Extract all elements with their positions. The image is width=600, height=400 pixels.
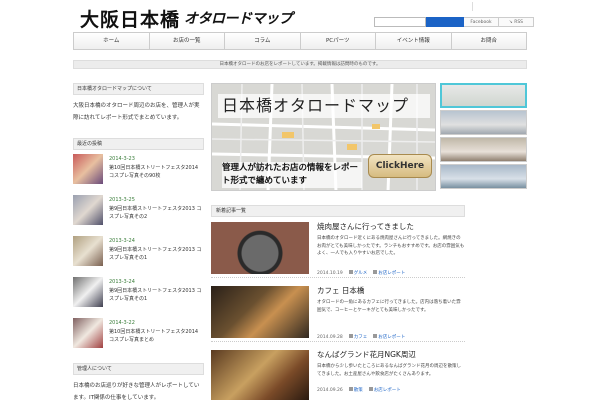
post-date: 2014-3-22 [109,320,135,326]
article-category[interactable]: カフェ [348,334,368,340]
logo-sub-text: オタロードマップ [184,11,293,27]
article-category-label: グルメ [353,271,368,276]
rss-label: RSS [514,20,524,25]
post-date: 2013-3-25 [109,197,135,203]
article-item: カフェ 日本橋 オタロードの一角にあるカフェに行ってきました。店内は落ち着いた雰… [211,286,465,342]
tag-icon [373,334,378,338]
tag-icon [368,387,373,391]
post-title[interactable]: 第10回日本橋ストリートフェスタ2014 コスプレ写真まとめ [109,328,204,344]
search-input[interactable] [374,17,426,27]
article-item: なんばグランド花月NGK周辺 日本橋から少し歩いたところにあるなんばグランド花月… [211,350,465,400]
post-title[interactable]: 第9回日本橋ストリートフェスタ2013 コスプレ写真その1 [109,246,204,262]
article-date: 2014.09.28 [317,334,343,340]
nav-item-column[interactable]: コラム [224,33,300,49]
top-link-2[interactable] [472,2,514,11]
profile-heading: 管理人について [73,363,204,375]
article-tag-label: お店レポート [373,388,401,393]
article-tag[interactable]: お店レポート [368,387,401,393]
article-tag[interactable]: お店レポート [373,270,405,276]
recent-post[interactable]: 2014-3-23 第10回日本橋ストリートフェスタ2014 コスプレ写真その9… [73,154,204,191]
post-thumbnail[interactable] [73,277,103,307]
article-tag-label: お店レポート [378,271,406,276]
article-category-label: 散策 [353,388,363,393]
post-title[interactable]: 第9回日本橋ストリートフェスタ2013 コスプレ写真その2 [109,205,204,221]
folder-icon [348,270,353,274]
article-image[interactable] [211,350,309,400]
article-title[interactable]: なんばグランド花月NGK周辺 [317,350,465,360]
banner-thumb[interactable] [440,164,527,189]
nav-item-shops[interactable]: お店の一覧 [148,33,225,49]
article-date: 2014.10.19 [317,270,343,276]
post-thumbnail[interactable] [73,236,103,266]
articles-heading: 新着記事一覧 [211,205,465,217]
article-tag[interactable]: お店レポート [373,334,405,340]
search-bar: Facebook ↘ RSS [374,17,534,27]
profile-text: 日本橋のお店巡りが好きな管理人がレポートしています。IT関係の仕事をしています。 [73,383,200,400]
article-category[interactable]: グルメ [348,270,368,276]
logo-main-text: 大阪日本橋 [80,8,181,31]
recent-post[interactable]: 2013-3-25 第9回日本橋ストリートフェスタ2013 コスプレ写真その2 [73,195,204,232]
article-title[interactable]: 焼肉屋さんに行ってきました [317,222,465,232]
article-item: 焼肉屋さんに行ってきました 日本橋のオタロード近くにある焼肉屋さんに行ってきまし… [211,222,465,278]
banner-thumb-map[interactable] [440,83,527,108]
article-category-label: カフェ [353,335,368,340]
post-title[interactable]: 第10回日本橋ストリートフェスタ2014 コスプレ写真その90枚 [109,164,204,180]
rss-icon: ↘ [508,20,513,25]
recent-post[interactable]: 2013-3-24 第9回日本橋ストリートフェスタ2013 コスプレ写真その1 [73,236,204,273]
post-title[interactable]: 第9回日本橋ストリートフェスタ2013 コスプレ写真その1 [109,287,204,303]
article-title[interactable]: カフェ 日本橋 [317,286,465,296]
article-excerpt: 日本橋から少し歩いたところにあるなんばグランド花月の周辺を散策してきました。お土… [317,364,461,377]
article-meta: 2014.09.28 カフェ お店レポート [317,334,465,340]
recent-post[interactable]: 2013-3-24 第9回日本橋ストリートフェスタ2013 コスプレ写真その1 [73,277,204,314]
banner-thumbnails [440,83,527,191]
folder-icon [348,387,353,391]
post-thumbnail[interactable] [73,318,103,348]
top-link-1[interactable] [430,2,472,11]
map-banner[interactable]: 日本橋オタロードマップ 管理人が訪れたお店の情報をレポート形式で纏めています C… [211,83,436,191]
recent-post[interactable]: 2014-3-22 第10回日本橋ストリートフェスタ2014 コスプレ写真まとめ [73,318,204,355]
post-thumbnail[interactable] [73,195,103,225]
post-thumbnail[interactable] [73,154,103,184]
folder-icon [348,334,353,338]
article-excerpt: オタロードの一角にあるカフェに行ってきました。店内は落ち着いた雰囲気で、コーヒー… [317,300,461,313]
nav-item-pc[interactable]: PCパーツ [299,33,376,49]
post-date: 2014-3-23 [109,156,135,162]
article-meta: 2014.10.19 グルメ お店レポート [317,270,465,276]
article-meta: 2014.09.26 散策 お店レポート [317,387,465,393]
notice-bar: 日本橋オタロードのお店をレポートしています。掲載情報は訪問時のものです。 [73,60,527,69]
main-nav: ホーム お店の一覧 コラム PCパーツ イベント情報 お問合 [73,32,527,50]
site-logo[interactable]: 大阪日本橋 オタロードマップ [80,6,293,31]
article-date: 2014.09.26 [317,387,343,393]
about-text: 大阪日本橋のオタロード周辺のお店を、管理人が実際に訪れてレポート形式でまとめてい… [73,103,200,121]
nav-item-contact[interactable]: お問合 [450,33,527,49]
facebook-link[interactable]: Facebook [464,17,499,27]
sidebar: 日本橋オタロードマップについて 大阪日本橋のオタロード周辺のお店を、管理人が実際… [73,83,204,400]
banner-thumb[interactable] [440,110,527,135]
article-tag-label: お店レポート [378,335,406,340]
nav-item-events[interactable]: イベント情報 [375,33,451,49]
article-image[interactable] [211,286,309,338]
click-here-button[interactable]: ClickHere [368,154,432,178]
search-button[interactable] [426,17,464,27]
banner-title: 日本橋オタロードマップ [218,94,430,118]
tag-icon [373,270,378,274]
about-heading: 日本橋オタロードマップについて [73,83,204,95]
post-date: 2013-3-24 [109,238,135,244]
article-category[interactable]: 散策 [348,387,363,393]
banner-copy: 管理人が訪れたお店の情報をレポート形式で纏めています [222,162,362,188]
recent-posts-heading: 最近の投稿 [73,138,204,150]
article-image[interactable] [211,222,309,274]
post-date: 2013-3-24 [109,279,135,285]
rss-link[interactable]: ↘ RSS [499,17,534,27]
top-links [430,2,514,11]
banner-thumb[interactable] [440,137,527,162]
nav-item-home[interactable]: ホーム [74,33,149,49]
article-excerpt: 日本橋のオタロード近くにある焼肉屋さんに行ってきました。網焼きのお肉がとても美味… [317,236,465,256]
